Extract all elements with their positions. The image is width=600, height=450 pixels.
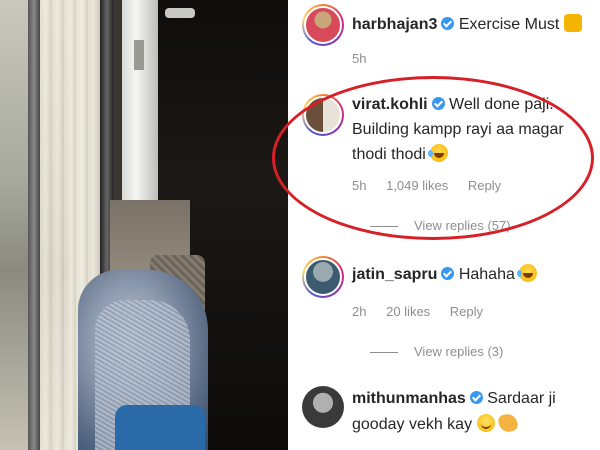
view-replies-button[interactable]: View replies (57) xyxy=(370,218,511,233)
comment-meta: 2h 20 likes Reply xyxy=(352,304,499,319)
comment-time: 2h xyxy=(352,304,367,319)
reply-button[interactable]: Reply xyxy=(450,304,483,319)
view-replies-button[interactable]: View replies (3) xyxy=(370,344,503,359)
comment-text-line-2: gooday vekh kay xyxy=(352,416,473,433)
laughing-tears-emoji-icon xyxy=(428,144,449,162)
verified-badge-icon xyxy=(469,391,483,404)
like-count[interactable]: 20 likes xyxy=(386,304,430,319)
username[interactable]: harbhajan3 xyxy=(352,16,437,33)
comment-time: 5h xyxy=(352,51,367,66)
username[interactable]: virat.kohli xyxy=(352,96,428,113)
ceiling-fan xyxy=(165,8,195,18)
comment-text-row: mithunmanhas Sardaar ji xyxy=(352,390,556,408)
machine-label xyxy=(134,40,144,70)
muscle-emoji-icon xyxy=(563,14,582,32)
avatar[interactable] xyxy=(302,94,344,136)
clapping-hands-emoji-icon xyxy=(496,411,520,435)
armchair-seat xyxy=(115,405,205,450)
comment-text-row: virat.kohli Well done paji. xyxy=(352,96,554,114)
comment-text: Hahaha xyxy=(458,266,515,283)
comment-text-row: harbhajan3 Exercise Must xyxy=(352,14,582,34)
comment-text-line-1: Well done paji. xyxy=(449,96,554,113)
username[interactable]: mithunmanhas xyxy=(352,390,466,407)
reply-button[interactable]: Reply xyxy=(468,178,501,193)
comment-text-line-2: Building kampp rayi aa magar xyxy=(352,121,564,138)
comment-text-line-1: Sardaar ji xyxy=(487,390,556,407)
exercise-machine xyxy=(122,0,158,210)
username[interactable]: jatin_sapru xyxy=(352,266,437,283)
comment-text-line-3-row: thodi thodi xyxy=(352,144,449,164)
comments-panel: harbhajan3 Exercise Must 5h virat.kohli … xyxy=(288,0,600,450)
comment-text-line-3: thodi thodi xyxy=(352,146,426,163)
comment-meta: 5h xyxy=(352,51,382,66)
window-frame xyxy=(28,0,40,450)
post-photo[interactable] xyxy=(0,0,288,450)
laughing-tears-emoji-icon xyxy=(517,264,538,282)
avatar[interactable] xyxy=(302,386,344,428)
verified-badge-icon xyxy=(441,17,455,30)
comment-text: Exercise Must xyxy=(458,16,560,33)
avatar[interactable] xyxy=(302,4,344,46)
like-count[interactable]: 1,049 likes xyxy=(386,178,448,193)
smiling-emoji-icon xyxy=(476,414,495,432)
comment-text-row: jatin_sapru Hahaha xyxy=(352,264,538,284)
verified-badge-icon xyxy=(431,97,445,110)
avatar[interactable] xyxy=(302,256,344,298)
comment-meta: 5h 1,049 likes Reply xyxy=(352,178,517,193)
verified-badge-icon xyxy=(441,267,455,280)
comment-text-line-2-row: gooday vekh kay xyxy=(352,411,520,435)
comment-time: 5h xyxy=(352,178,367,193)
